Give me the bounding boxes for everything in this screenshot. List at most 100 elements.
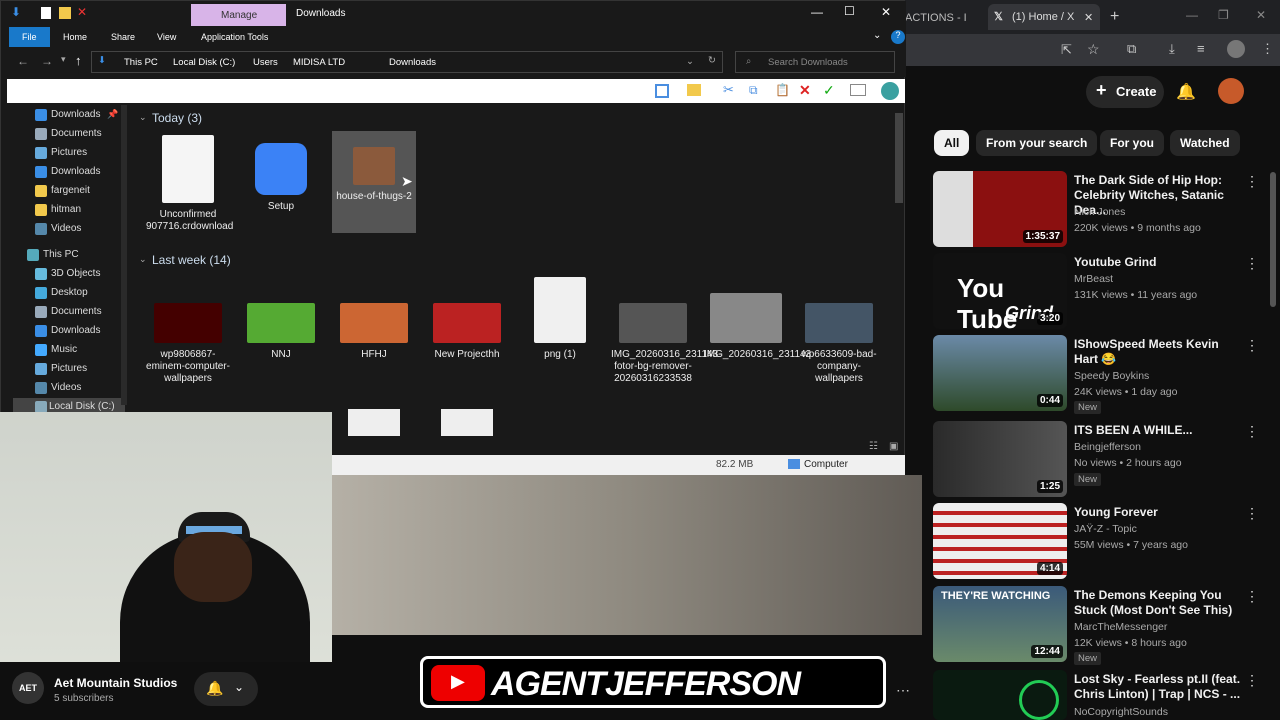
file-png[interactable]: png (1) [518,277,602,361]
video-player-frame[interactable] [332,475,922,635]
more-options-icon[interactable]: ⋮ [1245,588,1259,605]
channel-name[interactable]: Speedy Boykins [1074,370,1149,382]
more-options-icon[interactable]: ⋮ [1245,423,1259,440]
breadcrumb-midisa-ltd[interactable]: MIDISA LTD [293,57,345,68]
pin-icon[interactable]: 📌 [107,109,118,120]
scrollbar-thumb[interactable] [1270,172,1276,307]
extensions-icon[interactable]: ⧉ [1127,41,1136,57]
globe-icon[interactable] [881,82,899,100]
close-window-icon[interactable]: ✕ [1256,8,1266,22]
breadcrumb-local-disk[interactable]: Local Disk (C:) [173,57,235,68]
file-image[interactable]: HFHJ [332,303,416,361]
profile-avatar[interactable] [1227,40,1245,58]
video-title[interactable]: IShowSpeed Meets Kevin Hart 😂 [1074,337,1244,367]
chip-watched[interactable]: Watched [1170,130,1240,156]
file-image[interactable]: IMG_20260316_231143-fotor-bg-remover-202… [611,303,721,385]
video-title[interactable]: ITS BEEN A WHILE... [1074,423,1244,438]
breadcrumb-downloads[interactable]: Downloads [389,57,436,68]
install-app-icon[interactable]: ⇱ [1061,42,1072,58]
video-thumbnail[interactable]: THEY'RE WATCHING 12:44 [933,586,1067,662]
video-item[interactable]: 1:35:37 The Dark Side of Hip Hop: Celebr… [933,171,1273,249]
minimize-icon[interactable]: — [811,5,823,19]
layout-icon[interactable] [655,84,669,98]
chevron-down-icon[interactable]: ⌄ [686,56,694,67]
file-image[interactable]: wp9806867-eminem-computer-wallpapers [146,303,230,385]
chip-for-you[interactable]: For you [1100,130,1164,156]
channel-name[interactable]: JAŸ-Z - Topic [1074,523,1137,535]
video-item[interactable]: 1:25 ITS BEEN A WHILE... Beingjefferson … [933,421,1273,499]
paste-icon[interactable]: 📋 [775,83,790,97]
details-view-icon[interactable]: ☷ [869,441,878,452]
video-thumbnail[interactable]: 1:25 [933,421,1067,497]
rename-icon[interactable] [850,84,866,96]
download-icon[interactable]: ⤓ [1169,41,1175,57]
more-options-icon[interactable]: ⋮ [1245,337,1259,354]
chrome-tab-actions[interactable]: ACTIONS - I✕ [905,4,985,30]
file-image[interactable]: NNJ [239,303,323,361]
channel-name[interactable]: NoCopyrightSounds [1074,706,1168,718]
tab-file[interactable]: File [9,27,50,47]
more-options-icon[interactable]: ⋮ [1245,173,1259,190]
tab-share[interactable]: Share [111,32,135,42]
delete-icon[interactable]: ✕ [799,82,811,99]
close-icon[interactable]: ✕ [1084,11,1093,24]
search-box[interactable]: ⌕ Search Downloads [735,51,895,73]
file-image[interactable]: wp6633609-bad-company-wallpapers [797,303,881,385]
media-icon[interactable]: ≡ [1197,41,1205,56]
collapse-chevron-icon[interactable]: ⌄ [139,254,147,265]
address-bar[interactable]: ⬇ This PC Local Disk (C:) Users MIDISA L… [91,51,723,73]
channel-name[interactable]: Aet Mountain Studios [54,676,177,690]
video-thumbnail[interactable]: You Tube Grind 3:20 [933,253,1067,329]
up-arrow-icon[interactable]: ↑ [75,53,82,68]
create-button[interactable]: + Create [1086,76,1164,108]
video-title[interactable]: Young Forever [1074,505,1244,520]
group-header-today[interactable]: Today (3) [152,111,202,125]
chip-from-your-search[interactable]: From your search [976,130,1098,156]
properties-icon[interactable] [41,7,51,19]
maximize-icon[interactable]: ☐ [844,4,855,18]
more-options-icon[interactable]: ⋮ [1245,505,1259,522]
more-options-icon[interactable]: ⋮ [1245,255,1259,272]
channel-name[interactable]: Nick Jones [1074,206,1125,218]
collapse-chevron-icon[interactable]: ⌄ [139,112,147,123]
large-icons-view-icon[interactable]: ▣ [889,441,898,452]
bookmark-star-icon[interactable]: ☆ [1087,41,1100,58]
minimize-icon[interactable]: — [1186,8,1198,22]
copy-icon[interactable]: ⧉ [749,83,758,98]
breadcrumb-this-pc[interactable]: This PC [124,57,158,68]
file-image[interactable]: New Projecthh [425,303,509,361]
video-title[interactable]: Lost Sky - Fearless pt.II (feat. Chris L… [1074,672,1244,702]
channel-avatar[interactable]: AET [12,672,44,704]
video-thumbnail[interactable]: 1:35:37 [933,171,1067,247]
video-thumbnail[interactable] [933,670,1067,720]
account-avatar[interactable] [1218,78,1244,104]
delete-icon[interactable]: ✕ [77,5,87,19]
tab-view[interactable]: View [157,32,176,42]
channel-name[interactable]: MrBeast [1074,273,1113,285]
sidebar-scrollbar[interactable] [121,105,127,405]
group-header-last-week[interactable]: Last week (14) [152,253,231,267]
address-bar-area[interactable]: ⇱ ☆ ⧉ ⤓ ≡ ⋮ [905,34,1280,66]
breadcrumb-users[interactable]: Users [253,57,278,68]
close-icon[interactable]: ✕ [881,5,891,19]
cut-icon[interactable]: ✂ [723,82,734,98]
tab-application-tools[interactable]: Application Tools [201,32,268,42]
folder-icon[interactable] [687,84,701,96]
more-options-icon[interactable]: ⋯ [896,682,910,699]
video-item[interactable]: THEY'RE WATCHING 12:44 The Demons Keepin… [933,586,1273,665]
video-item[interactable]: You Tube Grind 3:20 Youtube Grind MrBeas… [933,253,1273,331]
subscription-button[interactable]: 🔔 ⌄ [194,672,258,706]
file-partial-icon[interactable] [348,409,400,436]
help-icon[interactable]: ? [891,30,905,44]
file-setup[interactable]: Setup [239,135,323,213]
recent-locations-icon[interactable]: ▾ [61,54,66,65]
check-icon[interactable]: ✓ [823,82,835,99]
restore-icon[interactable]: ❐ [1218,8,1229,22]
channel-name[interactable]: Beingjefferson [1074,441,1141,453]
menu-icon[interactable]: ⋮ [1261,41,1274,57]
new-folder-icon[interactable] [59,7,71,19]
file-unconfirmed[interactable]: Unconfirmed 907716.crdownload [146,135,233,233]
channel-name[interactable]: MarcTheMessenger [1074,621,1167,633]
back-arrow-icon[interactable]: ← [17,54,29,68]
file-partial-icon[interactable] [441,409,493,436]
